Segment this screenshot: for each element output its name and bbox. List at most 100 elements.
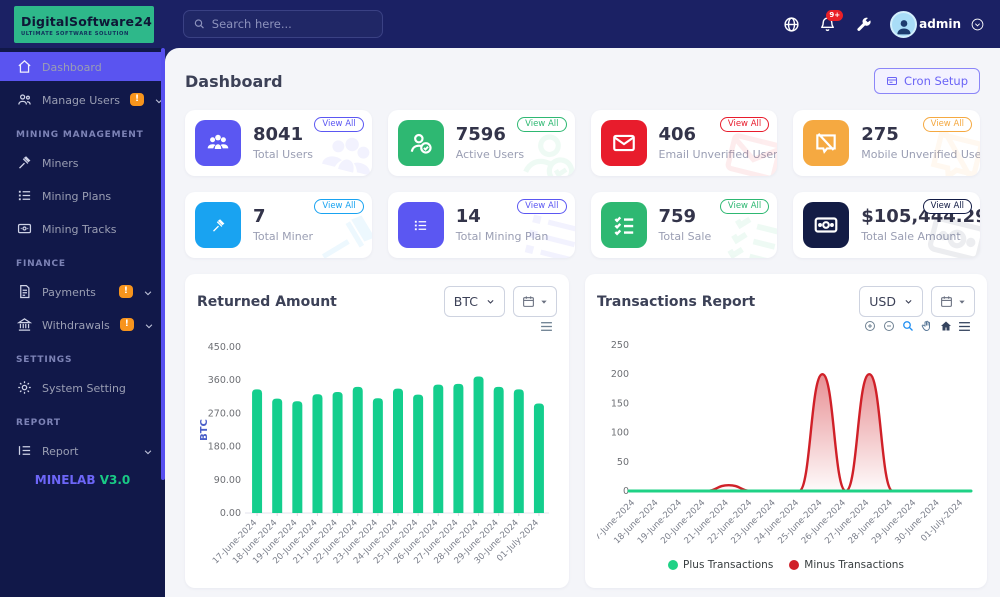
minus-transactions-line[interactable] — [634, 372, 963, 493]
pan-hand-icon[interactable] — [920, 320, 933, 333]
notifications-bell-icon[interactable]: 9+ — [818, 10, 844, 33]
hammer-icon — [195, 202, 241, 248]
sidebar-item-withdrawals[interactable]: Withdrawals! — [0, 310, 165, 339]
cron-setup-button[interactable]: Cron Setup — [874, 68, 980, 94]
view-all-badge[interactable]: View All — [922, 117, 972, 132]
returned-amount-title: Returned Amount — [197, 294, 337, 310]
bar[interactable] — [372, 398, 383, 513]
sidebar-brand: MINELAB V3.0 — [0, 473, 165, 487]
stat-label: Email Unverified Users — [658, 147, 778, 161]
sidebar-item-mining-tracks[interactable]: Mining Tracks — [0, 214, 165, 243]
legend-label: Plus Transactions — [683, 559, 774, 571]
search-icon — [194, 19, 204, 29]
currency-select-usd[interactable]: USD — [859, 286, 923, 317]
sidebar-item-mining-plans[interactable]: Mining Plans — [0, 181, 165, 210]
svg-text:200: 200 — [611, 369, 629, 380]
chevron-down-icon — [143, 287, 153, 297]
returned-amount-bar-chart[interactable]: 0.0090.00180.00270.00360.00450.00BTC17-J… — [197, 333, 557, 577]
bar[interactable] — [513, 389, 524, 513]
svg-text:360.00: 360.00 — [208, 375, 241, 386]
brand-logo[interactable]: DigitalSoftware24 ULTIMATE SOFTWARE SOLU… — [14, 6, 154, 43]
sidebar-item-label: Miners — [42, 157, 79, 170]
legend-label: Minus Transactions — [804, 559, 904, 571]
chart-menu-icon[interactable] — [540, 320, 553, 333]
date-range-button[interactable] — [931, 286, 975, 317]
stat-label: Active Users — [455, 147, 525, 161]
user-check-icon — [397, 120, 444, 166]
zoom-out-icon[interactable] — [882, 320, 895, 333]
card-icon — [16, 221, 32, 237]
alert-badge: ! — [118, 285, 133, 298]
envelope-icon — [600, 120, 647, 166]
sidebar-item-label: Manage Users — [42, 94, 120, 107]
zoom-selection-icon[interactable] — [901, 320, 914, 333]
currency-select-btc[interactable]: BTC — [443, 286, 505, 317]
legend-item-minus-transactions[interactable]: Minus Transactions — [789, 559, 904, 571]
bar[interactable] — [252, 389, 263, 513]
svg-text:450.00: 450.00 — [208, 342, 241, 353]
language-globe-icon[interactable] — [782, 15, 800, 33]
bar[interactable] — [272, 398, 283, 513]
sidebar-item-manage-users[interactable]: Manage Users! — [0, 85, 165, 114]
svg-text:50: 50 — [617, 457, 629, 468]
bar[interactable] — [493, 386, 504, 513]
stat-value: 7596 — [455, 124, 506, 146]
brand-name: MINELAB — [34, 473, 96, 487]
bar[interactable] — [352, 386, 363, 513]
bar[interactable] — [533, 403, 544, 513]
stat-card-total-miner: View All 7 Total Miner — [185, 192, 372, 258]
bar[interactable] — [393, 388, 403, 513]
notification-count-badge: 9+ — [826, 10, 844, 21]
sidebar-item-label: Dashboard — [42, 61, 102, 74]
bar[interactable] — [292, 401, 303, 513]
transactions-line-chart[interactable]: 05010015020025017-June-202418-June-20241… — [589, 333, 975, 555]
sidebar-item-miners[interactable]: Miners — [0, 148, 165, 177]
main-content: Dashboard Cron Setup View All 8041 Total U… — [165, 48, 1000, 597]
checklist-icon — [600, 202, 647, 248]
stat-card-mobile-unverified-users: View All 275 Mobile Unverified Users — [793, 110, 980, 176]
view-all-badge[interactable]: View All — [314, 199, 364, 214]
svg-text:150: 150 — [611, 398, 629, 409]
sidebar-item-payments[interactable]: Payments! — [0, 277, 165, 306]
home-reset-icon[interactable] — [939, 320, 952, 333]
sidebar-item-system-setting[interactable]: System Setting — [0, 373, 165, 402]
list-icon — [16, 188, 32, 204]
view-all-badge[interactable]: View All — [517, 199, 567, 214]
view-all-badge[interactable]: View All — [314, 117, 364, 132]
user-menu[interactable]: admin — [890, 10, 984, 38]
zoom-in-icon[interactable] — [863, 320, 876, 333]
stat-value: 7 — [253, 206, 266, 228]
bar[interactable] — [473, 376, 484, 513]
app-window: DigitalSoftware24 ULTIMATE SOFTWARE SOLU… — [0, 0, 1000, 597]
stats-grid: View All 8041 Total Users View All 7596 Activ… — [185, 110, 980, 258]
view-all-badge[interactable]: View All — [719, 117, 770, 132]
stat-card-total-sale: View All 759 Total Sale — [590, 192, 778, 258]
select-chevron-icon — [487, 299, 494, 304]
sidebar-item-label: Mining Plans — [42, 190, 112, 203]
settings-wrench-icon[interactable] — [854, 15, 872, 33]
bar[interactable] — [433, 384, 444, 513]
bank-icon — [16, 317, 32, 333]
view-all-badge[interactable]: View All — [922, 199, 972, 214]
legend-item-plus-transactions[interactable]: Plus Transactions — [668, 559, 773, 571]
search-bar[interactable] — [183, 10, 383, 38]
topbar: DigitalSoftware24 ULTIMATE SOFTWARE SOLU… — [0, 0, 1000, 48]
date-range-button[interactable] — [513, 286, 557, 317]
sidebar-section-header: MINING MANAGEMENT — [16, 130, 144, 140]
bar[interactable] — [413, 394, 424, 513]
stat-label: Total Sale — [658, 229, 712, 243]
search-input[interactable] — [211, 17, 372, 31]
bar[interactable] — [453, 383, 464, 513]
users-gear-icon — [16, 92, 32, 108]
view-all-badge[interactable]: View All — [517, 117, 567, 132]
sidebar-item-dashboard[interactable]: Dashboard — [0, 52, 165, 81]
sidebar-item-report[interactable]: Report — [0, 436, 165, 465]
view-all-badge[interactable]: View All — [719, 199, 770, 214]
bar[interactable] — [312, 394, 323, 513]
alert-badge: ! — [130, 93, 145, 106]
chart-menu-icon[interactable] — [958, 320, 971, 333]
stat-value: 8041 — [253, 124, 304, 146]
sidebar-scrollbar[interactable] — [161, 48, 165, 480]
chevron-down-icon — [971, 18, 984, 30]
bar[interactable] — [332, 392, 343, 513]
